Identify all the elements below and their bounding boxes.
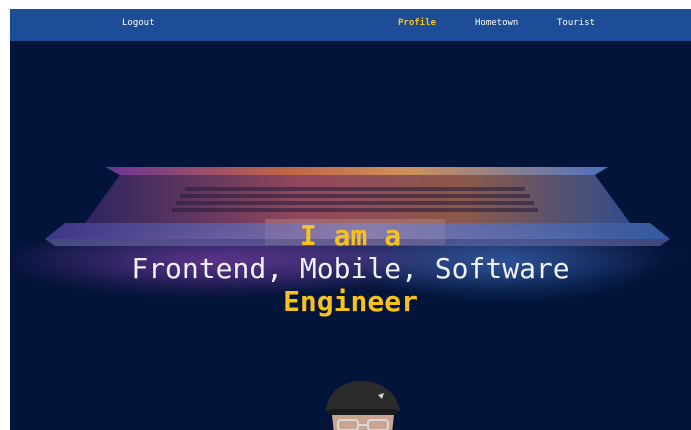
nav-link-profile[interactable]: Profile — [398, 18, 436, 28]
nav-link-hometown[interactable]: Hometown — [475, 18, 518, 28]
navbar: Logout Profile Hometown Tourist — [10, 9, 691, 41]
hero-headline: I am a Frontend, Mobile, Software Engine… — [10, 219, 691, 318]
profile-avatar — [326, 381, 400, 430]
headline-line-2: Frontend, Mobile, Software — [131, 252, 570, 285]
logout-link[interactable]: Logout — [122, 18, 155, 28]
nav-link-tourist[interactable]: Tourist — [557, 18, 595, 28]
headline-line-3: Engineer — [283, 285, 418, 318]
app-frame: Logout Profile Hometown Tourist I am a F… — [10, 9, 691, 430]
headline-line-1: I am a — [299, 219, 402, 252]
hero-section: I am a Frontend, Mobile, Software Engine… — [10, 41, 691, 430]
